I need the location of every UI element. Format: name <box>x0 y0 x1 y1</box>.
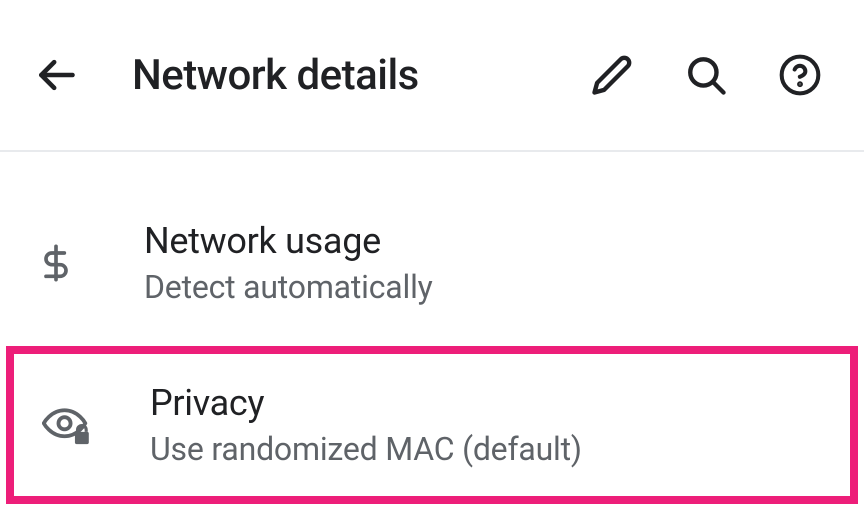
page-title: Network details <box>132 51 584 100</box>
header-bar: Network details <box>0 0 864 152</box>
search-button[interactable] <box>678 47 734 103</box>
privacy-title: Privacy <box>150 382 822 424</box>
dollar-icon <box>36 243 116 283</box>
network-usage-text: Network usage Detect automatically <box>144 220 828 306</box>
privacy-eye-icon <box>42 404 122 446</box>
privacy-subtitle: Use randomized MAC (default) <box>150 430 822 468</box>
privacy-text: Privacy Use randomized MAC (default) <box>150 382 822 468</box>
help-icon <box>778 53 822 97</box>
privacy-highlight: Privacy Use randomized MAC (default) <box>6 346 858 504</box>
back-arrow-icon <box>34 53 78 97</box>
network-usage-item[interactable]: Network usage Detect automatically <box>0 192 864 334</box>
back-button[interactable] <box>28 47 84 103</box>
edit-button[interactable] <box>584 47 640 103</box>
settings-content: Network usage Detect automatically <box>0 152 864 504</box>
search-icon <box>685 54 727 96</box>
pencil-icon <box>591 54 633 96</box>
network-usage-subtitle: Detect automatically <box>144 268 828 306</box>
header-actions <box>584 47 828 103</box>
network-usage-title: Network usage <box>144 220 828 262</box>
help-button[interactable] <box>772 47 828 103</box>
privacy-item[interactable]: Privacy Use randomized MAC (default) <box>14 354 850 496</box>
